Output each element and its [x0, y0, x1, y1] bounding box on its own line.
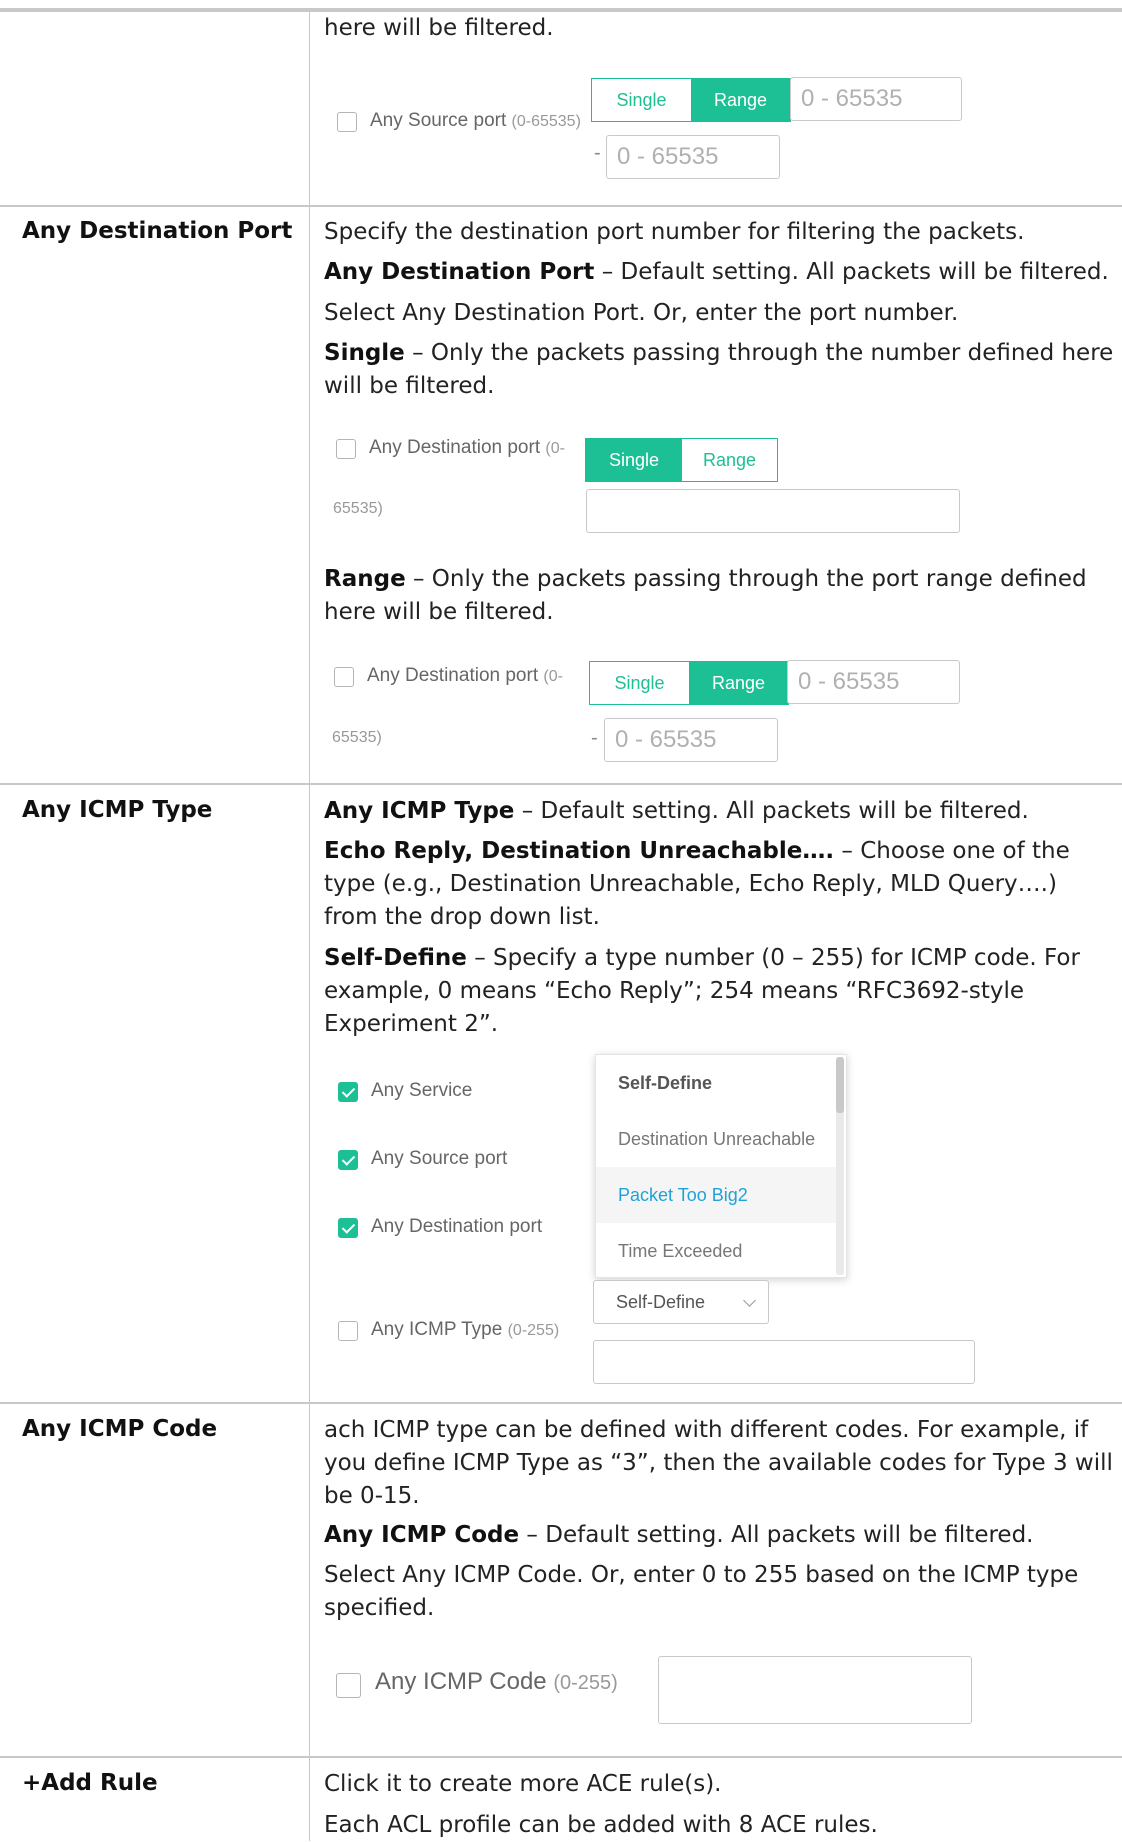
row-heading-icmp-code: Any ICMP Code [22, 1416, 218, 1442]
dropdown-option-packet-too-big[interactable]: Packet Too Big2 [596, 1167, 836, 1223]
dest-port-intro: Specify the destination port number for … [324, 219, 1025, 245]
any-source-port-checkbox[interactable] [338, 1150, 358, 1170]
any-destination-port-checkbox[interactable] [336, 439, 356, 459]
dest-port-mode-toggle: Single Range [585, 438, 778, 482]
range-tab[interactable]: Range [682, 439, 777, 481]
dest-port-to-input[interactable]: 0 - 65535 [604, 718, 778, 762]
range-dash: - [594, 142, 601, 164]
icmp-type-default-desc: Any ICMP Type – Default setting. All pac… [324, 798, 1029, 824]
icmp-type-number-input[interactable] [593, 1340, 975, 1384]
any-service-checkbox[interactable] [338, 1082, 358, 1102]
icmp-code-default-desc: Any ICMP Code – Default setting. All pac… [324, 1522, 1034, 1548]
any-icmp-type-checkbox[interactable] [338, 1321, 358, 1341]
row-divider [0, 783, 1122, 785]
any-destination-port-checkbox[interactable] [338, 1218, 358, 1238]
icmp-code-select-desc: Select Any ICMP Code. Or, enter 0 to 255… [324, 1562, 1079, 1621]
row-heading-destination-port: Any Destination Port [22, 218, 293, 244]
any-icmp-type-label: Any ICMP Type (0-255) [371, 1319, 560, 1340]
column-divider [309, 785, 310, 1402]
icmp-type-dropdown-list: Self-Define Destination Unreachable Pack… [595, 1054, 847, 1278]
add-rule-desc: Click it to create more ACE rule(s). [324, 1771, 722, 1797]
any-source-port-checkbox[interactable] [337, 112, 357, 132]
any-source-port-label: Any Source port [371, 1148, 508, 1169]
add-rule-limit-desc: Each ACL profile can be added with 8 ACE… [324, 1812, 878, 1838]
range-tab[interactable]: Range [691, 79, 790, 121]
dropdown-scrollbar-thumb[interactable] [836, 1057, 844, 1113]
source-port-to-input[interactable]: 0 - 65535 [606, 135, 780, 179]
icmp-type-self-define-desc: Self-Define – Specify a type number (0 –… [324, 945, 1080, 1037]
column-divider [309, 207, 310, 783]
dest-port-range-desc: Range – Only the packets passing through… [324, 566, 1087, 625]
column-divider [309, 1758, 310, 1841]
icmp-code-input[interactable] [658, 1656, 972, 1724]
column-divider [309, 1404, 310, 1756]
dest-port-default-desc: Any Destination Port – Default setting. … [324, 259, 1109, 285]
range-dash: - [591, 727, 598, 749]
single-tab[interactable]: Single [590, 662, 689, 704]
row-divider [0, 1402, 1122, 1404]
dropdown-option-time-exceeded[interactable]: Time Exceeded [596, 1223, 836, 1277]
icmp-code-intro: ach ICMP type can be defined with differ… [324, 1417, 1113, 1509]
source-port-continued-text: here will be filtered. [324, 15, 554, 41]
icmp-type-select-value: Self-Define [616, 1291, 706, 1312]
dest-port-select-desc: Select Any Destination Port. Or, enter t… [324, 300, 959, 326]
any-source-port-label: Any Source port (0-65535) [370, 110, 581, 131]
range-hint: 65535) [333, 500, 383, 517]
any-destination-port-label: Any Destination port (0- [369, 437, 565, 458]
dest-port-from-input[interactable]: 0 - 65535 [787, 660, 960, 704]
source-port-mode-toggle: Single Range [591, 78, 791, 122]
row-heading-icmp-type: Any ICMP Type [22, 797, 213, 823]
any-service-label: Any Service [371, 1080, 473, 1101]
source-port-from-input[interactable]: 0 - 65535 [790, 77, 962, 121]
any-destination-port-label: Any Destination port [371, 1216, 543, 1237]
dropdown-option-self-define[interactable]: Self-Define [596, 1055, 836, 1111]
dropdown-option-destination-unreachable[interactable]: Destination Unreachable [596, 1111, 836, 1167]
row-divider [0, 1756, 1122, 1758]
row-divider [0, 205, 1122, 207]
chevron-down-icon [743, 1294, 756, 1307]
column-divider [309, 12, 310, 205]
any-icmp-code-checkbox[interactable] [336, 1673, 361, 1698]
dest-port-mode-toggle: Single Range [589, 661, 789, 705]
single-tab[interactable]: Single [592, 79, 691, 121]
dest-port-single-input[interactable] [586, 489, 960, 533]
row-heading-add-rule: +Add Rule [22, 1770, 158, 1796]
any-destination-port-checkbox[interactable] [334, 667, 354, 687]
dest-port-single-desc: Single – Only the packets passing throug… [324, 340, 1114, 399]
range-tab[interactable]: Range [689, 662, 788, 704]
icmp-type-select[interactable]: Self-Define [593, 1280, 769, 1324]
single-tab[interactable]: Single [586, 439, 682, 481]
icmp-type-list-desc: Echo Reply, Destination Unreachable…. – … [324, 838, 1070, 930]
range-hint: 65535) [332, 729, 382, 746]
any-icmp-code-label: Any ICMP Code (0-255) [375, 1668, 618, 1695]
any-destination-port-label: Any Destination port (0- [367, 665, 563, 686]
